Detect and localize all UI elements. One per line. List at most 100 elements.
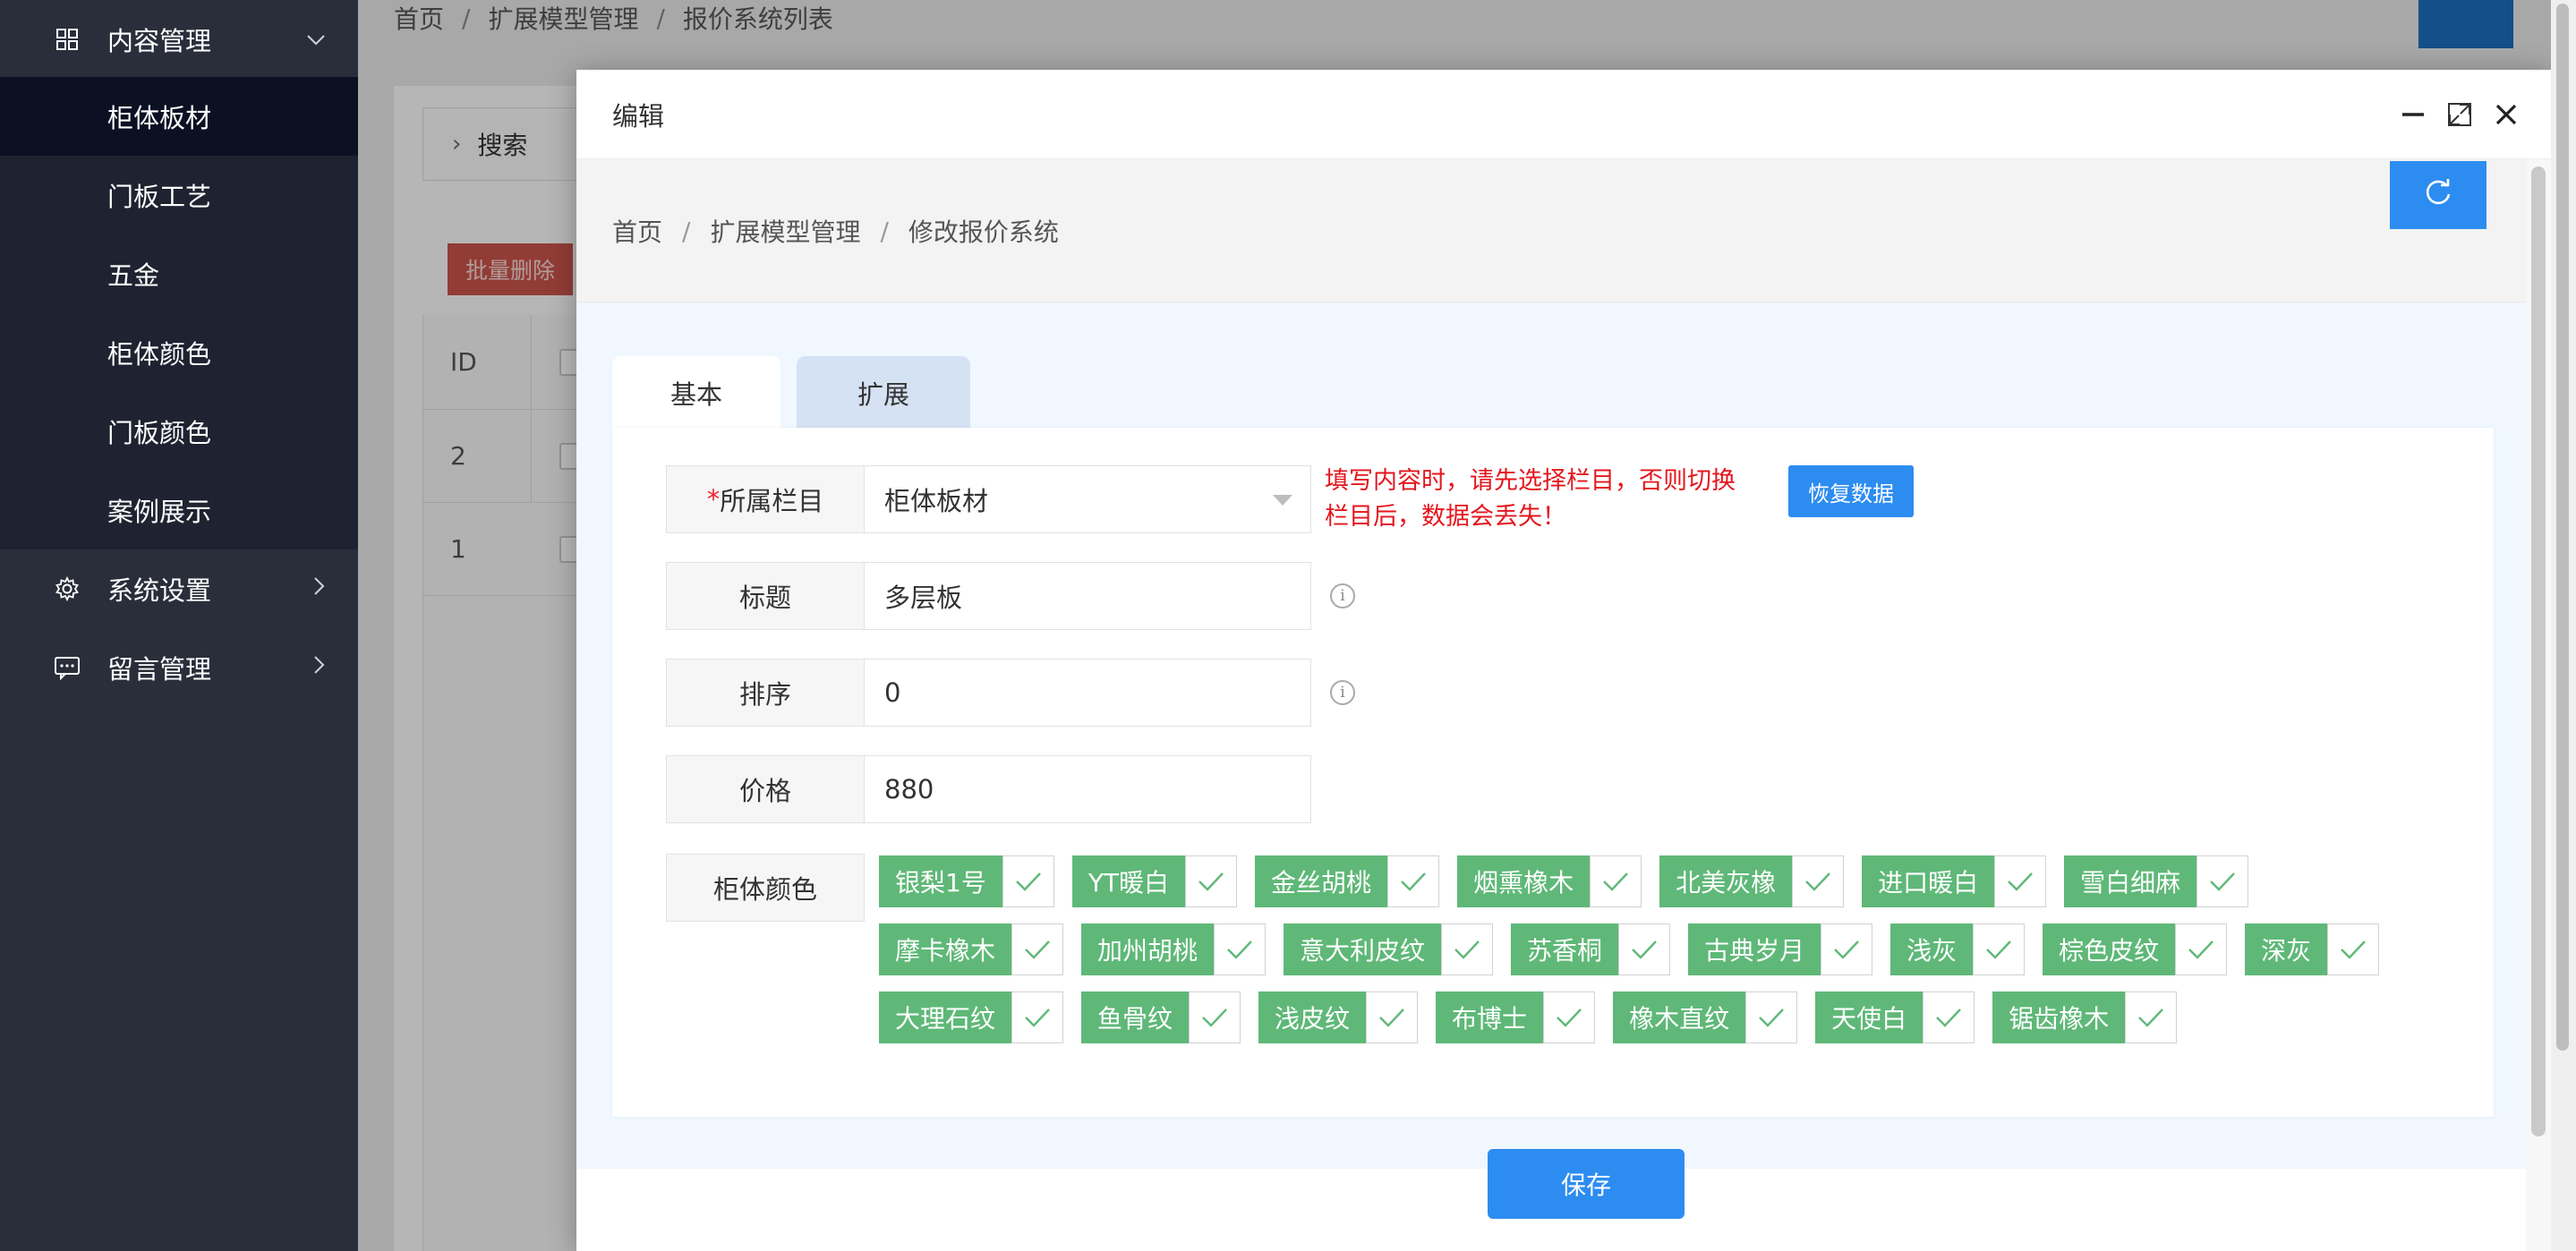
color-option-checkbox[interactable]: 北美灰橡	[1659, 855, 1845, 907]
color-option-checkbox[interactable]: 苏香桐	[1511, 923, 1671, 975]
category-label-text: 所属栏目	[720, 486, 824, 516]
checkmark-icon	[1441, 923, 1494, 975]
checkmark-icon	[1923, 991, 1975, 1043]
color-option-checkbox[interactable]: 意大利皮纹	[1284, 923, 1494, 975]
color-option-label: 烟熏橡木	[1457, 855, 1591, 907]
color-option-checkbox[interactable]: 深灰	[2245, 923, 2380, 975]
checkmark-icon	[1994, 855, 2047, 907]
refresh-button[interactable]	[2390, 161, 2486, 229]
color-option-label: 鱼骨纹	[1081, 991, 1190, 1043]
color-option-label: 银梨1号	[879, 855, 1002, 907]
tab-extension[interactable]: 扩展	[797, 356, 970, 430]
title-input[interactable]: 多层板	[864, 562, 1311, 630]
required-mark: *	[706, 484, 721, 515]
checkmark-icon	[1002, 855, 1054, 907]
checkmark-icon	[1590, 855, 1642, 907]
color-option-checkbox[interactable]: 银梨1号	[879, 855, 1054, 907]
modal-breadcrumb-bar: 首页 / 扩展模型管理 / 修改报价系统	[576, 159, 2526, 302]
category-select[interactable]: 柜体板材	[864, 465, 1311, 533]
page-scrollbar[interactable]	[2556, 4, 2569, 1051]
sidebar-item-door-color[interactable]: 门板颜色	[0, 392, 358, 471]
sidebar-item-label: 案例展示	[107, 497, 212, 527]
sidebar-item-messages[interactable]: 留言管理	[0, 628, 358, 707]
checkmark-icon	[1366, 991, 1419, 1043]
breadcrumb-current: 修改报价系统	[908, 217, 1059, 247]
color-option-checkbox[interactable]: 橡木直纹	[1613, 991, 1798, 1043]
sidebar-item-door-craft[interactable]: 门板工艺	[0, 156, 358, 234]
form-panel: * 所属栏目 柜体板材 填写内容时，请先选择栏目，否则切换 栏目后，数据会丢失！ …	[612, 428, 2494, 1117]
restore-data-button[interactable]: 恢复数据	[1788, 465, 1914, 517]
title-label: 标题	[666, 562, 865, 630]
color-option-label: 橡木直纹	[1613, 991, 1746, 1043]
checkmark-icon	[1189, 991, 1241, 1043]
sidebar-item-hardware[interactable]: 五金	[0, 234, 358, 313]
color-option-checkbox[interactable]: 金丝胡桃	[1255, 855, 1440, 907]
sort-input[interactable]: 0	[864, 659, 1311, 727]
modal-scrollbar[interactable]	[2531, 166, 2546, 1136]
color-option-row: 摩卡橡木 加州胡桃 意大利皮纹 苏香桐 古典岁月 浅灰 棕色皮纹 深灰	[879, 923, 2454, 975]
checkmark-icon	[1973, 923, 2026, 975]
color-option-checkbox[interactable]: 布博士	[1436, 991, 1596, 1043]
message-icon	[52, 652, 82, 683]
sidebar-item-label: 留言管理	[107, 654, 212, 685]
save-button[interactable]: 保存	[1488, 1149, 1685, 1219]
color-option-checkbox[interactable]: 棕色皮纹	[2043, 923, 2228, 975]
warning-line: 填写内容时，请先选择栏目，否则切换	[1325, 467, 1736, 495]
color-option-checkbox[interactable]: 进口暖白	[1862, 855, 2047, 907]
color-option-checkbox[interactable]: 摩卡橡木	[879, 923, 1064, 975]
color-option-label: 古典岁月	[1688, 923, 1821, 975]
close-icon[interactable]	[2486, 95, 2526, 134]
color-option-label: 雪白细麻	[2064, 855, 2197, 907]
category-label: * 所属栏目	[666, 465, 865, 533]
checkmark-icon	[1821, 923, 1873, 975]
color-option-checkbox[interactable]: YT暖白	[1071, 855, 1238, 907]
minimize-icon[interactable]	[2393, 95, 2433, 134]
info-icon[interactable]: i	[1330, 680, 1355, 705]
checkmark-icon	[1011, 991, 1064, 1043]
color-option-label: 金丝胡桃	[1255, 855, 1388, 907]
color-option-label: 布博士	[1436, 991, 1544, 1043]
color-option-label: 摩卡橡木	[879, 923, 1012, 975]
sidebar-item-cases[interactable]: 案例展示	[0, 471, 358, 549]
cabinet-color-label: 柜体颜色	[666, 854, 865, 922]
checkmark-icon	[1011, 923, 1064, 975]
color-option-label: 浅灰	[1890, 923, 1974, 975]
color-option-checkbox[interactable]: 加州胡桃	[1081, 923, 1267, 975]
checkmark-icon	[1543, 991, 1596, 1043]
breadcrumb: 首页 / 扩展模型管理 / 修改报价系统	[612, 159, 1059, 302]
breadcrumb-home[interactable]: 首页	[612, 213, 662, 249]
color-option-checkbox[interactable]: 浅灰	[1890, 923, 2026, 975]
color-option-label: 北美灰橡	[1659, 855, 1793, 907]
color-option-label: YT暖白	[1071, 855, 1186, 907]
info-icon[interactable]: i	[1330, 583, 1355, 608]
color-option-checkbox[interactable]: 雪白细麻	[2064, 855, 2249, 907]
sidebar-item-cabinet-color[interactable]: 柜体颜色	[0, 313, 358, 392]
tab-basic[interactable]: 基本	[612, 356, 780, 430]
color-option-checkbox[interactable]: 大理石纹	[879, 991, 1064, 1043]
color-option-label: 浅皮纹	[1258, 991, 1367, 1043]
color-option-checkbox[interactable]: 天使白	[1815, 991, 1975, 1043]
price-input[interactable]: 880	[864, 755, 1311, 823]
sidebar-item-cabinet-board[interactable]: 柜体板材	[0, 77, 358, 156]
gear-icon	[52, 574, 82, 604]
sidebar-item-content[interactable]: 内容管理	[0, 0, 358, 79]
color-option-checkbox[interactable]: 浅皮纹	[1258, 991, 1419, 1043]
color-option-checkbox[interactable]: 鱼骨纹	[1081, 991, 1241, 1043]
sort-label: 排序	[666, 659, 865, 727]
color-option-label: 进口暖白	[1862, 855, 1995, 907]
color-option-checkbox[interactable]: 锯齿橡木	[1992, 991, 2178, 1043]
sidebar-item-label: 系统设置	[107, 575, 212, 606]
maximize-icon[interactable]	[2440, 95, 2479, 134]
checkmark-icon	[2125, 991, 2178, 1043]
refresh-icon	[2421, 176, 2455, 214]
price-label: 价格	[666, 755, 865, 823]
modal-header: 编辑	[576, 70, 2551, 159]
color-option-checkbox[interactable]: 烟熏橡木	[1457, 855, 1642, 907]
color-option-checkbox[interactable]: 古典岁月	[1688, 923, 1873, 975]
sidebar-item-system-settings[interactable]: 系统设置	[0, 549, 358, 628]
modal-title: 编辑	[612, 101, 665, 132]
breadcrumb-extension-model[interactable]: 扩展模型管理	[710, 213, 860, 249]
checkmark-icon	[2327, 923, 2380, 975]
checkmark-icon	[2196, 855, 2249, 907]
color-option-row: 银梨1号 YT暖白 金丝胡桃 烟熏橡木 北美灰橡 进口暖白 雪白细麻	[879, 855, 2454, 907]
